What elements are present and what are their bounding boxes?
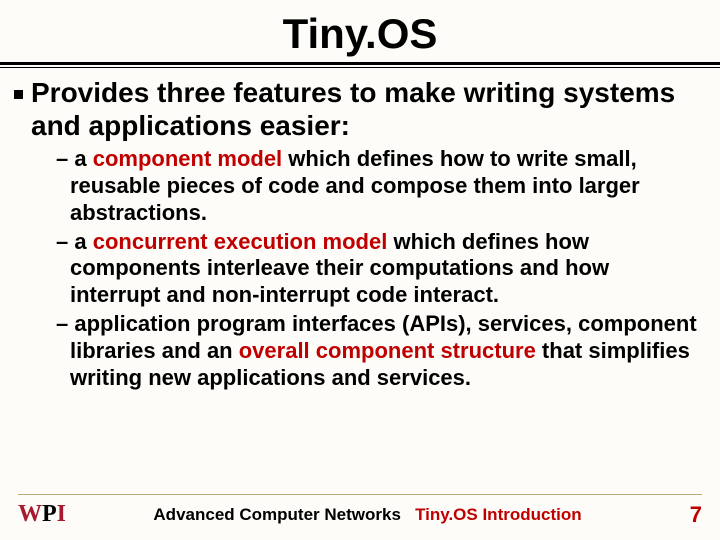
item-emph: concurrent execution model — [93, 229, 388, 254]
lead-row: Provides three features to make writing … — [14, 76, 698, 142]
list-item: – a concurrent execution model which def… — [56, 229, 698, 309]
bullet-square-icon — [14, 90, 23, 99]
lead-text: Provides three features to make writing … — [31, 76, 698, 142]
sub-list: – a component model which defines how to… — [56, 146, 698, 391]
slide-title: Tiny.OS — [0, 10, 720, 58]
wpi-logo: WPI — [18, 501, 65, 528]
footer-divider — [18, 494, 702, 495]
title-area: Tiny.OS — [0, 0, 720, 68]
item-emph: component model — [93, 146, 282, 171]
item-pre: a — [74, 146, 92, 171]
logo-i: I — [57, 501, 65, 528]
footer: WPI Advanced Computer Networks Tiny.OS I… — [0, 494, 720, 528]
item-emph: overall component structure — [239, 338, 536, 363]
logo-w: W — [18, 501, 41, 528]
list-item: – a component model which defines how to… — [56, 146, 698, 226]
logo-p: P — [42, 501, 56, 528]
list-item: – application program interfaces (APIs),… — [56, 311, 698, 391]
footer-row: WPI Advanced Computer Networks Tiny.OS I… — [18, 501, 702, 528]
footer-topic: Tiny.OS Introduction — [415, 505, 582, 524]
item-pre: a — [74, 229, 92, 254]
content-area: Provides three features to make writing … — [0, 68, 720, 392]
page-number: 7 — [670, 502, 702, 528]
footer-course: Advanced Computer Networks — [153, 505, 401, 524]
footer-center: Advanced Computer Networks Tiny.OS Intro… — [65, 505, 670, 525]
